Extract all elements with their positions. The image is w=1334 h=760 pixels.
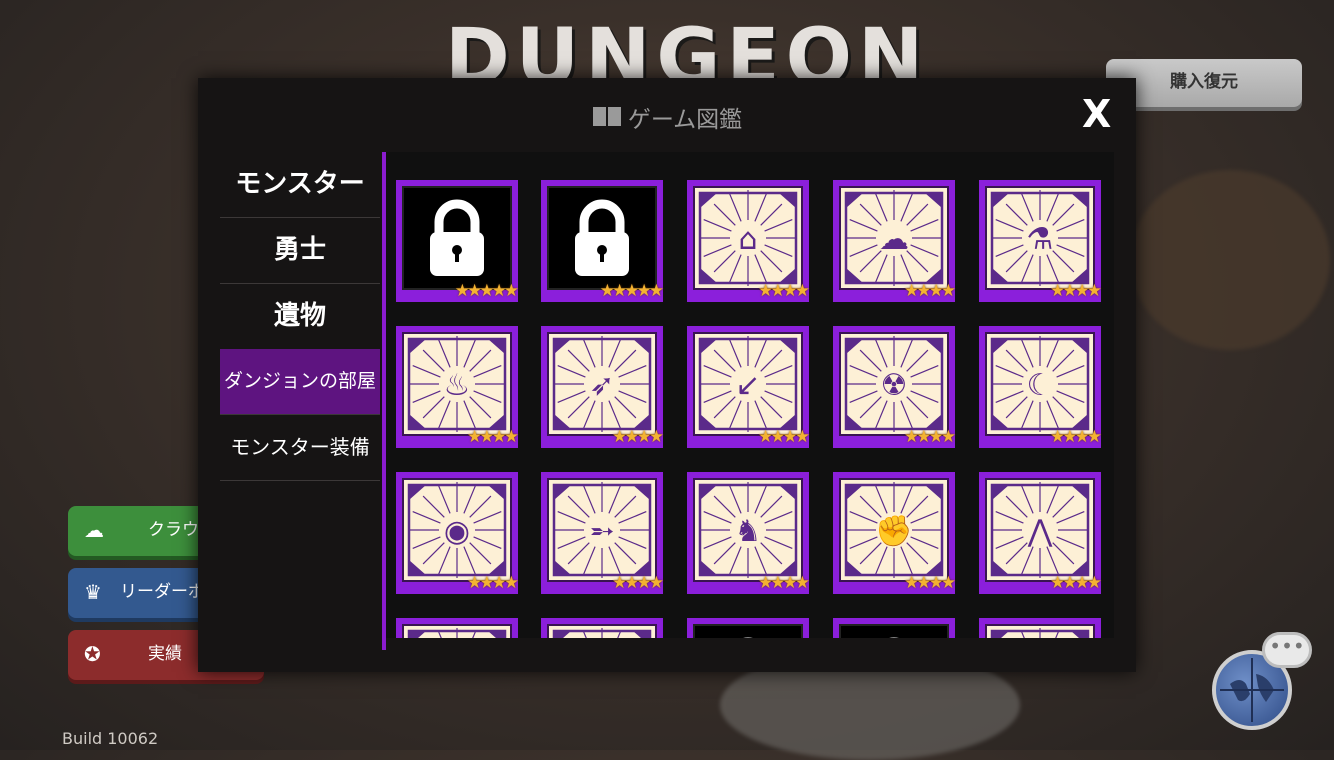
room-card-art [839,624,949,638]
category-tab-relic[interactable]: 遺物 [220,284,380,350]
dialog-title: ゲーム図鑑 [198,100,1136,134]
room-card[interactable]: ☾ ★★★★ [979,326,1102,448]
room-card[interactable]: ☁ ★★★★ [833,180,956,302]
star-rating: ★★★★ [1050,573,1102,593]
star-rating: ★★★★ [467,573,519,593]
mouth-icon: ◉ [443,514,471,549]
room-card[interactable]: ▣★★★★ [979,618,1101,638]
lock-icon [575,199,629,276]
tower-icon: ⌂ [738,222,758,257]
room-frame [407,628,507,638]
room-card[interactable]: ◉ ★★★★ [396,472,519,594]
star-rating: ★★★★ [758,427,810,447]
room-card-art: ▣ [547,624,657,638]
room-card[interactable]: ★★★★ [687,618,809,638]
room-card-art: ✊ [839,478,949,582]
room-card[interactable]: ⋀ ★★★★ [979,472,1102,594]
room-card-art: ➵ [547,478,657,582]
star-rating: ★★★★ [467,427,519,447]
room-card-art [402,186,512,290]
background-chest [1130,170,1330,350]
dialog-title-text: ゲーム図鑑 [627,107,743,133]
gas-mask-icon: ☢ [880,368,908,403]
chat-bubble-icon: ••• [1262,632,1312,668]
build-label: Build 10062 [62,729,159,748]
room-card[interactable]: ⚗ ★★★★ [979,180,1102,302]
arrows-icon: ➶ [589,368,615,403]
star-rating: ★★★★ [758,281,810,301]
room-card[interactable]: ⌂ ★★★★ [687,180,810,302]
room-card[interactable]: ▣★★★★ [396,618,518,638]
room-card-art: ⚗ [985,186,1095,290]
room-card-art: ☢ [839,332,949,436]
star-rating: ★★★★ [904,573,956,593]
darts-icon: ➵ [589,514,615,549]
star-rating: ★★★★ [758,573,810,593]
lock-icon [890,637,898,638]
room-card[interactable]: ★★★★ [833,618,955,638]
room-frame [990,628,1090,638]
room-grid: ★★★★★ ★★★★★ ⌂ ★★★★ ☁ ★★★★ ⚗ ★★★★ ♨ ★★★★ ➶ ★★★★ ↙ ★★★★… [386,152,1114,638]
room-card[interactable]: ☢ ★★★★ [833,326,956,448]
book-icon [592,105,622,133]
star-rating: ★★★★★ [599,281,664,301]
room-card-art [547,186,657,290]
room-card-art: ▣ [402,624,512,638]
category-tab-monster[interactable]: モンスター [220,152,380,218]
lock-icon [744,637,752,638]
achievements-button-label: 実績 [148,644,182,664]
star-rating: ★★★★ [904,281,956,301]
room-card[interactable]: ★★★★★ [396,180,519,302]
room-card[interactable]: ★★★★★ [541,180,664,302]
blood-arrow-icon: ↙ [735,368,761,403]
star-rating: ★★★★ [612,427,664,447]
horn-icon: ☾ [1026,368,1054,403]
crown-icon: ♛ [84,580,102,604]
category-tab-hero[interactable]: 勇士 [220,218,380,284]
lock-icon [430,199,484,276]
spikes-icon: ⋀ [1027,514,1053,549]
medal-icon: ✪ [84,642,101,666]
room-card[interactable]: ➶ ★★★★ [541,326,664,448]
room-card[interactable]: ▣★★★★ [541,618,663,638]
brutes-icon: ♞ [734,514,762,549]
room-card-art: ☾ [985,332,1095,436]
room-card-art: ↙ [693,332,803,436]
room-card[interactable]: ➵ ★★★★ [541,472,664,594]
close-button[interactable]: X [1082,92,1111,136]
cloud-button-label: クラウ [148,520,199,540]
star-rating: ★★★★ [1050,427,1102,447]
room-card-art: ➶ [547,332,657,436]
room-card-art: ⋀ [985,478,1095,582]
storm-icon: ☁ [879,222,909,257]
lab-icon: ⚗ [1026,222,1054,257]
room-card-art: ◉ [402,478,512,582]
star-rating: ★★★★★ [454,281,519,301]
room-card-art: ☁ [839,186,949,290]
fire-icon: ♨ [443,368,471,403]
room-card-art: ▣ [985,624,1095,638]
slam-icon: ✊ [875,514,913,549]
room-card-art: ♞ [693,478,803,582]
room-frame [552,628,652,638]
category-tab-monster-equipment[interactable]: モンスター装備 [220,415,380,481]
star-rating: ★★★★ [904,427,956,447]
room-card[interactable]: ↙ ★★★★ [687,326,810,448]
room-card-art: ♨ [402,332,512,436]
star-rating: ★★★★ [612,573,664,593]
leaderboard-button-label: リーダーボ [120,582,205,602]
star-rating: ★★★★ [1050,281,1102,301]
room-card[interactable]: ♞ ★★★★ [687,472,810,594]
room-card-art [693,624,803,638]
category-tab-dungeon-room[interactable]: ダンジョンの部屋 [220,349,380,415]
room-card[interactable]: ✊ ★★★★ [833,472,956,594]
room-card[interactable]: ♨ ★★★★ [396,326,519,448]
room-card-art: ⌂ [693,186,803,290]
encyclopedia-dialog: ゲーム図鑑 X モンスター 勇士 遺物 ダンジョンの部屋 モンスター装備 ★★★★★ ★★… [198,78,1136,672]
cloud-icon: ☁ [84,518,104,542]
